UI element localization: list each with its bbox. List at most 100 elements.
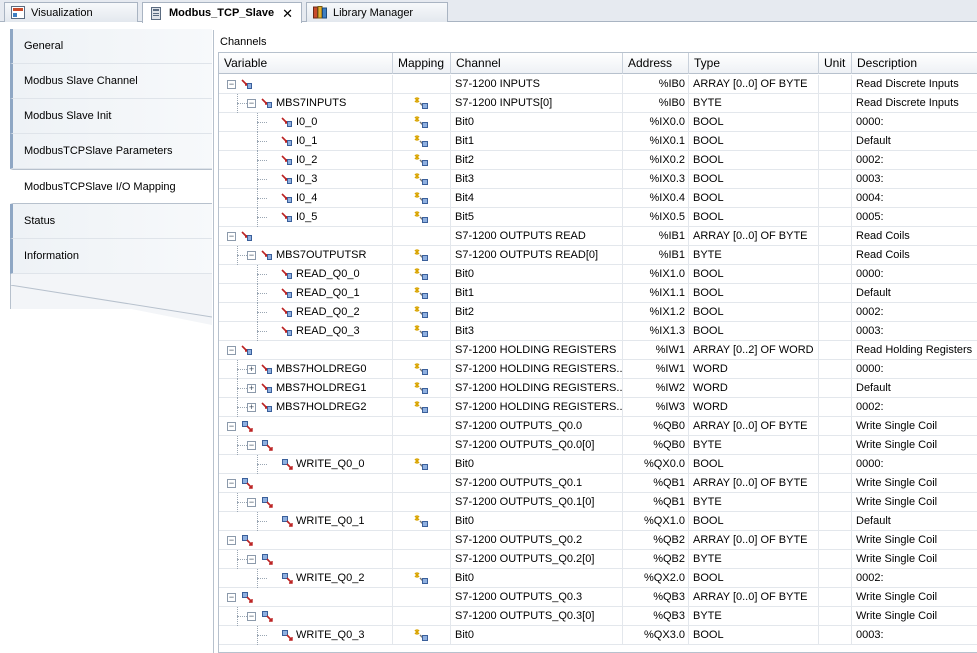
variable-cell[interactable]: −: [219, 341, 393, 360]
channel-cell[interactable]: Bit2: [451, 303, 623, 322]
variable-cell[interactable]: READ_Q0_2: [219, 303, 393, 322]
description-cell[interactable]: 0000:: [852, 265, 977, 284]
channel-cell[interactable]: Bit5: [451, 208, 623, 227]
variable-cell[interactable]: I0_4: [219, 189, 393, 208]
mapping-cell[interactable]: [393, 607, 451, 626]
table-row[interactable]: − S7-1200 OUTPUTS_Q0.0[0] %QB0 BYTE Write Si…: [219, 436, 977, 455]
table-row[interactable]: − S7-1200 OUTPUTS_Q0.2[0] %QB2 BYTE Write Si…: [219, 550, 977, 569]
variable-name[interactable]: READ_Q0_2: [296, 303, 360, 321]
variable-cell[interactable]: + MBS7HOLDREG1: [219, 379, 393, 398]
address-cell[interactable]: %IW1: [623, 360, 689, 379]
address-cell[interactable]: %IX0.0: [623, 113, 689, 132]
unit-cell[interactable]: [819, 531, 852, 550]
variable-name[interactable]: MBS7HOLDREG2: [276, 398, 366, 416]
unit-cell[interactable]: [819, 322, 852, 341]
channel-cell[interactable]: S7-1200 OUTPUTS_Q0.3: [451, 588, 623, 607]
variable-cell[interactable]: WRITE_Q0_0: [219, 455, 393, 474]
variable-name[interactable]: MBS7HOLDREG1: [276, 379, 366, 397]
mapping-cell[interactable]: [393, 379, 451, 398]
table-row[interactable]: − S7-1200 OUTPUTS_Q0.3[0] %QB3 BYTE Write Si…: [219, 607, 977, 626]
unit-cell[interactable]: [819, 113, 852, 132]
address-cell[interactable]: %QB2: [623, 550, 689, 569]
address-cell[interactable]: %IW1: [623, 341, 689, 360]
variable-name[interactable]: WRITE_Q0_1: [296, 512, 364, 530]
type-cell[interactable]: BOOL: [689, 113, 819, 132]
type-cell[interactable]: BOOL: [689, 151, 819, 170]
mapping-cell[interactable]: [393, 531, 451, 550]
variable-cell[interactable]: I0_2: [219, 151, 393, 170]
address-cell[interactable]: %QB1: [623, 474, 689, 493]
mapping-cell[interactable]: [393, 322, 451, 341]
description-cell[interactable]: Write Single Coil: [852, 474, 977, 493]
table-row[interactable]: READ_Q0_0 Bit0 %IX1.0 BOOL 0000:: [219, 265, 977, 284]
type-cell[interactable]: BOOL: [689, 626, 819, 645]
variable-name[interactable]: MBS7INPUTS: [276, 94, 346, 112]
channel-cell[interactable]: Bit0: [451, 455, 623, 474]
channel-cell[interactable]: S7-1200 HOLDING REGISTERS...: [451, 379, 623, 398]
variable-cell[interactable]: −: [219, 227, 393, 246]
unit-cell[interactable]: [819, 75, 852, 94]
variable-name[interactable]: MBS7HOLDREG0: [276, 360, 366, 378]
table-row[interactable]: − S7-1200 HOLDING REGISTERS %IW1 ARRAY [0..…: [219, 341, 977, 360]
address-cell[interactable]: %QX0.0: [623, 455, 689, 474]
mapping-cell[interactable]: [393, 550, 451, 569]
table-row[interactable]: I0_0 Bit0 %IX0.0 BOOL 0000:: [219, 113, 977, 132]
description-cell[interactable]: 0002:: [852, 569, 977, 588]
address-cell[interactable]: %QX2.0: [623, 569, 689, 588]
type-cell[interactable]: BYTE: [689, 94, 819, 113]
type-cell[interactable]: WORD: [689, 379, 819, 398]
address-cell[interactable]: %IB1: [623, 227, 689, 246]
mapping-cell[interactable]: [393, 227, 451, 246]
mapping-cell[interactable]: [393, 512, 451, 531]
unit-cell[interactable]: [819, 626, 852, 645]
channel-cell[interactable]: Bit2: [451, 151, 623, 170]
variable-name[interactable]: I0_1: [296, 132, 317, 150]
variable-cell[interactable]: I0_1: [219, 132, 393, 151]
variable-cell[interactable]: READ_Q0_3: [219, 322, 393, 341]
mapping-cell[interactable]: [393, 75, 451, 94]
type-cell[interactable]: BOOL: [689, 569, 819, 588]
channel-cell[interactable]: Bit0: [451, 113, 623, 132]
mapping-cell[interactable]: [393, 94, 451, 113]
channel-cell[interactable]: Bit1: [451, 284, 623, 303]
expand-icon[interactable]: +: [247, 384, 256, 393]
mapping-cell[interactable]: [393, 113, 451, 132]
variable-cell[interactable]: −: [219, 531, 393, 550]
table-row[interactable]: READ_Q0_1 Bit1 %IX1.1 BOOL Default: [219, 284, 977, 303]
mapping-cell[interactable]: [393, 493, 451, 512]
collapse-icon[interactable]: −: [247, 99, 256, 108]
type-cell[interactable]: BYTE: [689, 607, 819, 626]
address-cell[interactable]: %QB0: [623, 417, 689, 436]
type-cell[interactable]: BOOL: [689, 322, 819, 341]
variable-name[interactable]: I0_0: [296, 113, 317, 131]
column-header-mapping[interactable]: Mapping: [393, 53, 451, 74]
type-cell[interactable]: BOOL: [689, 170, 819, 189]
nav-item-status[interactable]: Status: [10, 204, 212, 239]
unit-cell[interactable]: [819, 208, 852, 227]
unit-cell[interactable]: [819, 341, 852, 360]
unit-cell[interactable]: [819, 227, 852, 246]
table-row[interactable]: I0_5 Bit5 %IX0.5 BOOL 0005:: [219, 208, 977, 227]
expand-icon[interactable]: +: [247, 365, 256, 374]
type-cell[interactable]: BYTE: [689, 550, 819, 569]
table-row[interactable]: + MBS7HOLDREG0 S7-1200 HOLDING REGISTERS..…: [219, 360, 977, 379]
description-cell[interactable]: 0000:: [852, 360, 977, 379]
variable-name[interactable]: I0_4: [296, 189, 317, 207]
collapse-icon[interactable]: −: [247, 555, 256, 564]
unit-cell[interactable]: [819, 189, 852, 208]
mapping-cell[interactable]: [393, 151, 451, 170]
description-cell[interactable]: Write Single Coil: [852, 493, 977, 512]
mapping-cell[interactable]: [393, 170, 451, 189]
variable-cell[interactable]: + MBS7HOLDREG0: [219, 360, 393, 379]
address-cell[interactable]: %IX1.2: [623, 303, 689, 322]
type-cell[interactable]: BOOL: [689, 189, 819, 208]
channel-cell[interactable]: Bit3: [451, 170, 623, 189]
nav-item-general[interactable]: General: [10, 29, 212, 64]
variable-cell[interactable]: − MBS7INPUTS: [219, 94, 393, 113]
type-cell[interactable]: WORD: [689, 360, 819, 379]
type-cell[interactable]: WORD: [689, 398, 819, 417]
collapse-icon[interactable]: −: [227, 80, 236, 89]
channel-cell[interactable]: S7-1200 HOLDING REGISTERS...: [451, 398, 623, 417]
mapping-cell[interactable]: [393, 189, 451, 208]
variable-name[interactable]: READ_Q0_1: [296, 284, 360, 302]
